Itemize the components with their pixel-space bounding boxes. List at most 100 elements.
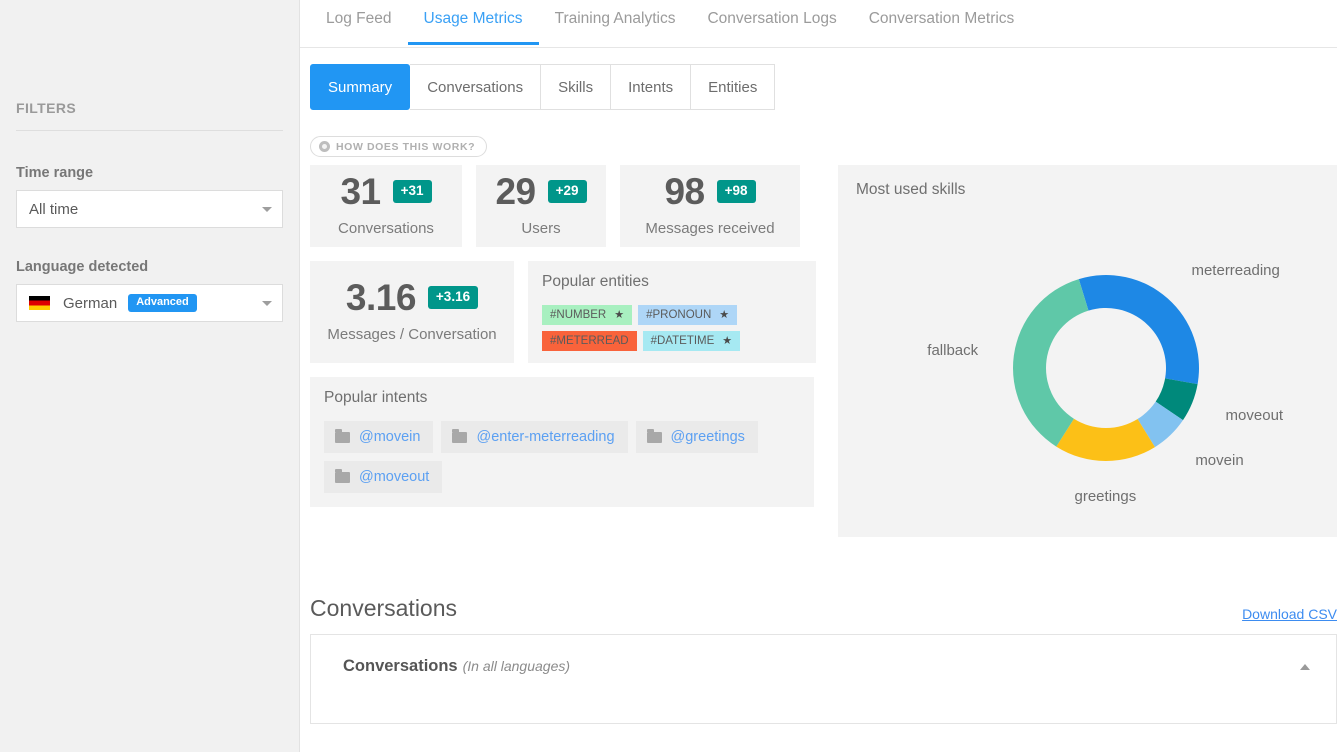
conversations-panel: Conversations (In all languages)	[310, 634, 1337, 724]
intent-label: @enter-meterreading	[476, 429, 615, 445]
entity-tag[interactable]: #DATETIME ★	[642, 331, 741, 351]
time-range-select[interactable]: All time	[16, 190, 283, 228]
download-csv-link[interactable]: Download CSV	[1242, 606, 1337, 622]
stat-card-conversations: 31 +31 Conversations	[310, 165, 462, 247]
subtab-conversations[interactable]: Conversations	[410, 64, 542, 110]
how-does-this-work-label: HOW DOES THIS WORK?	[336, 140, 476, 153]
chart-label-fallback: fallback	[927, 341, 979, 359]
intent-label: @moveout	[359, 469, 430, 485]
subtab-intents[interactable]: Intents	[611, 64, 692, 110]
entity-tag-label: #NUMBER	[550, 308, 607, 321]
subtab-skills[interactable]: Skills	[541, 64, 612, 110]
popular-intents-title: Popular intents	[324, 389, 428, 406]
language-select[interactable]: German Advanced	[16, 284, 283, 322]
subtab-entities[interactable]: Entities	[691, 64, 776, 110]
popular-intents-card: Popular intents @movein @enter-meterread…	[310, 377, 814, 507]
star-icon: ★	[614, 309, 625, 321]
folder-icon	[646, 428, 662, 443]
tab-conversation-logs[interactable]: Conversation Logs	[691, 0, 852, 44]
tab-conversation-metrics[interactable]: Conversation Metrics	[853, 0, 1031, 44]
tab-log-feed[interactable]: Log Feed	[310, 0, 408, 44]
filters-divider	[16, 130, 283, 131]
stat-value: 3.16	[345, 277, 417, 318]
stat-label: Users	[521, 220, 561, 237]
entity-tag[interactable]: #PRONOUN ★	[638, 305, 738, 325]
intent-chip[interactable]: @movein	[324, 421, 434, 453]
entity-tag[interactable]: #NUMBER ★	[542, 305, 633, 325]
stat-label: Conversations	[338, 220, 434, 237]
stat-value-row: 31 +31	[326, 173, 446, 210]
stat-delta-badge: +31	[392, 180, 432, 203]
folder-icon	[335, 468, 350, 483]
stat-delta-badge: +3.16	[427, 286, 479, 309]
chart-label-movein: movein	[1195, 452, 1244, 470]
chart-label-greetings: greetings	[1074, 487, 1137, 505]
entity-tag-label: #DATETIME	[650, 334, 715, 347]
conversations-section-header: Conversations Download CSV	[310, 595, 1337, 622]
panel-subtitle-text: (In all languages)	[462, 658, 571, 674]
filters-heading: FILTERS	[16, 100, 77, 116]
intent-chip[interactable]: @greetings	[635, 421, 758, 453]
popular-entities-card: Popular entities #NUMBER ★ #PRONOUN ★ #M…	[528, 261, 816, 363]
intent-chip[interactable]: @enter-meterreading	[441, 421, 628, 453]
folder-icon	[335, 428, 350, 443]
donut-svg	[1013, 275, 1199, 461]
conversations-section: Conversations Download CSV Conversations…	[300, 595, 1337, 724]
conversations-panel-header[interactable]: Conversations (In all languages)	[311, 635, 1336, 676]
entity-tag[interactable]: #METERREAD	[542, 331, 637, 351]
intent-label: @greetings	[670, 429, 745, 445]
stat-card-users: 29 +29 Users	[476, 165, 606, 247]
stat-value-row: 3.16 +3.16	[326, 279, 498, 316]
help-icon	[319, 141, 330, 152]
star-icon: ★	[722, 335, 733, 347]
tab-usage-metrics[interactable]: Usage Metrics	[407, 0, 539, 45]
filters-sidebar: FILTERS Time range All time Language det…	[0, 0, 300, 752]
filter-language-label: Language detected	[16, 259, 149, 275]
chevron-down-icon	[262, 300, 272, 306]
german-flag-icon	[29, 296, 50, 310]
chart-label-moveout: moveout	[1225, 407, 1284, 425]
language-advanced-badge: Advanced	[128, 294, 197, 312]
stat-value-row: 98 +98	[636, 173, 784, 210]
entity-tag-row: #METERREAD #DATETIME ★	[542, 331, 802, 351]
filter-language-detected: Language detected German Advanced	[16, 259, 283, 322]
intent-chip-list: @movein @enter-meterreading @greetings @…	[324, 421, 800, 493]
main-content: Log Feed Usage Metrics Training Analytic…	[300, 0, 1337, 752]
stat-value: 98	[664, 171, 705, 212]
conversations-panel-title: Conversations (In all languages)	[343, 657, 570, 676]
chevron-up-icon[interactable]	[1300, 663, 1310, 670]
stat-card-messages-per-conversation: 3.16 +3.16 Messages / Conversation	[310, 261, 514, 363]
stat-delta-badge: +29	[547, 180, 587, 203]
donut-slice-meterreading[interactable]	[1078, 275, 1199, 385]
summary-right-column: Most used skills meterreading moveout mo…	[820, 165, 1337, 537]
star-icon: ★	[719, 309, 730, 321]
donut-slice-greetings[interactable]	[1056, 418, 1155, 461]
time-range-value: All time	[29, 200, 79, 218]
stat-value: 29	[495, 171, 536, 212]
entity-tag-label: #METERREAD	[550, 334, 629, 347]
filter-time-range-label: Time range	[16, 165, 94, 181]
stat-card-messages-received: 98 +98 Messages received	[620, 165, 800, 247]
stat-card-row-1: 31 +31 Conversations 29 +29 Users 98 +98…	[310, 165, 820, 247]
how-does-this-work-button[interactable]: HOW DOES THIS WORK?	[310, 136, 488, 157]
chevron-down-icon	[262, 206, 272, 212]
entity-tag-list: #NUMBER ★ #PRONOUN ★ #METERREAD #DATETIM…	[542, 305, 802, 351]
entity-tag-label: #PRONOUN	[646, 308, 712, 321]
stat-value-row: 29 +29	[492, 173, 590, 210]
stat-delta-badge: +98	[716, 180, 756, 203]
subtab-summary[interactable]: Summary	[310, 64, 411, 110]
usage-metrics-page: FILTERS Time range All time Language det…	[0, 0, 1337, 752]
intent-chip[interactable]: @moveout	[324, 461, 443, 493]
most-used-skills-card: Most used skills meterreading moveout mo…	[838, 165, 1337, 537]
popular-entities-title: Popular entities	[542, 273, 649, 290]
summary-content: 31 +31 Conversations 29 +29 Users 98 +98…	[300, 157, 1337, 537]
most-used-skills-title: Most used skills	[856, 181, 966, 198]
skills-donut-chart: meterreading moveout movein greetings fa…	[856, 213, 1337, 543]
stat-value: 31	[340, 171, 381, 212]
primary-tab-bar: Log Feed Usage Metrics Training Analytic…	[300, 0, 1337, 48]
tab-training-analytics[interactable]: Training Analytics	[539, 0, 692, 44]
intent-label: @movein	[359, 429, 421, 445]
page-title: Conversations	[310, 595, 458, 621]
stat-label: Messages / Conversation	[327, 326, 497, 343]
language-value: German	[63, 294, 118, 312]
